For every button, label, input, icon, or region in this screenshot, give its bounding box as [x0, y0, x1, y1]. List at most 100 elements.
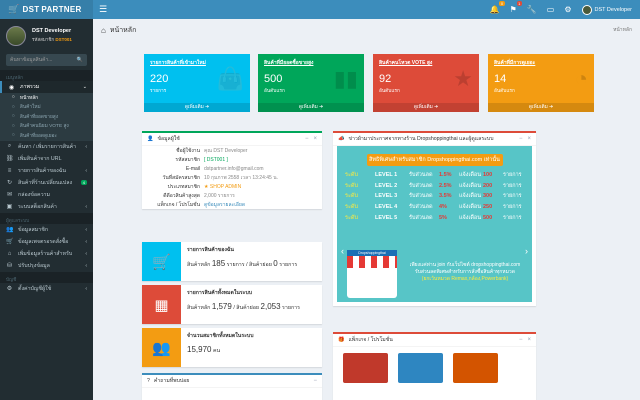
stat-box-new: รายการสินค้าที่เข้ามาใหม่ 220 รายการ 👜 ดูเ… [144, 54, 250, 112]
sidebar-item-stock[interactable]: ▣ ระบบสต็อกสินค้า ‹ [0, 201, 93, 213]
search-input[interactable]: ค้นหาข้อมูลสินค้า... [10, 56, 52, 64]
panel-header: 👤 ข้อมูลผู้ใช้ − × [142, 133, 322, 146]
sidebar-item-shops[interactable]: ⌂ เพิ่มข้อมูลร้านค้าสำหรับ ‹ [0, 248, 93, 260]
info-label: สินค้าหลัก [187, 305, 211, 311]
sidebar-item-update[interactable]: ⛁ ปรับปรุงข้อมูล ‹ [0, 260, 93, 272]
info-box-my-products: 🛒 รายการสินค้าของฉัน สินค้าหลัก 185 รายก… [142, 242, 322, 281]
info-unit: รายการ [282, 305, 300, 311]
notif-badge: 0 [499, 1, 505, 6]
sidebar-item-label: สินค้าคนนิยม VOTE สูง [19, 124, 69, 130]
promo-image[interactable] [398, 353, 443, 383]
level-row: ระดับ LEVEL 4 รับส่วนลด 4% แจ้งเดือน 250 รายกา… [337, 202, 532, 213]
promo-image[interactable] [343, 353, 388, 383]
sidebar-item-label: ค้นหา / เพิ่มรายการสินค้า [18, 143, 77, 150]
sidebar-search[interactable]: ค้นหาข้อมูลสินค้า... 🔍 [6, 54, 87, 66]
sidebar-item-overview[interactable]: ◉ ภาพรวม ⌄ [0, 81, 93, 93]
package-link[interactable]: ดูข้อมูลรายละเอียด [204, 201, 245, 209]
more-info-link[interactable]: ดูเพิ่มเติม ➜ [488, 103, 594, 112]
brand-text-2: PARTNER [41, 5, 82, 14]
sidebar-item-label: กล่องข้อความ [18, 191, 51, 198]
shop-admin-label: SHOP ADMIN [209, 183, 242, 190]
close-icon[interactable]: × [313, 136, 317, 142]
level-cell: LEVEL 2 [375, 182, 398, 189]
level-table: ระดับ LEVEL 1 รับส่วนลด 1.5% แจ้งเดือน 100 ราย… [337, 170, 532, 223]
minus-icon[interactable]: − [519, 136, 523, 142]
field-label: E-mail [185, 165, 200, 172]
sidebar-item-account-settings[interactable]: ⚙ ตั้งค่าบัญชีผู้ใช้ ‹ [0, 283, 93, 295]
sidebar-subitem-new[interactable]: ○ สินค้าใหม่ [0, 103, 93, 113]
minus-icon[interactable]: − [313, 378, 317, 384]
more-info-label: ดูเพิ่มเติม [413, 105, 433, 110]
breadcrumb[interactable]: หน้าหลัก [613, 26, 632, 34]
list-icon: ≡ [7, 167, 12, 174]
sidebar-item-orders[interactable]: 🛒 ข้อมูลเพจตรอรดสั่งซื้อ ‹ [0, 236, 93, 248]
chevron-left-icon[interactable]: ‹ [341, 246, 344, 256]
field-label: รหัสสมาชิก [175, 156, 200, 163]
sidebar-subitem-bestseller[interactable]: ○ สินค้าที่ยอดขายสูง [0, 112, 93, 122]
chevron-left-icon: ‹ [85, 285, 87, 292]
search-icon[interactable]: 🔍 [77, 57, 83, 63]
flag-icon[interactable]: ⚑ 1 [510, 1, 522, 14]
info-value: 1,579 [211, 302, 232, 311]
bell-icon[interactable]: 🔔 0 [490, 1, 505, 14]
sidebar-item-label: สินค้าใหม่ [19, 105, 41, 111]
wrench-icon[interactable]: 🔧 [527, 5, 537, 14]
sidebar-subitem-views[interactable]: ○ สินค้าที่ยอดดูเยอะ [0, 131, 93, 141]
gear-icon[interactable]: ⚙ [564, 5, 571, 14]
close-icon[interactable]: × [527, 136, 531, 142]
sidebar-username: DST Developer [32, 28, 72, 34]
more-info-link[interactable]: ดูเพิ่มเติม ➜ [258, 103, 364, 112]
sidebar-subitem-vote[interactable]: ○ สินค้าคนนิยม VOTE สูง [0, 122, 93, 132]
bar-chart-icon: ▮▮ [333, 66, 358, 91]
store-illustration: Dropshoppingthai [347, 250, 397, 298]
close-icon[interactable]: × [527, 337, 531, 343]
database-icon: ⛁ [6, 263, 13, 269]
panel-header: 🎁 แพ็กเกจ / โปรโมชั่น − × [333, 334, 536, 347]
sidebar-item-label: ข้อมูลเพจตรอรดสั่งซื้อ [18, 238, 69, 245]
avatar-large [6, 25, 26, 46]
sidebar-item-add-url[interactable]: ⛓ เพิ่มสินค้าจาก URL [0, 153, 93, 165]
field-value: คุณ DST Developer [204, 147, 248, 154]
user-menu[interactable]: DST Developer [581, 4, 632, 15]
level-cell: แจ้งเดือน [459, 193, 481, 200]
level-cell: รายการ [503, 214, 522, 221]
arrow-circle-right-icon: ➜ [205, 105, 210, 110]
level-cell: 500 [483, 214, 493, 221]
minus-icon[interactable]: − [519, 337, 523, 343]
brand-logo[interactable]: 🛒 DST PARTNER [0, 0, 93, 19]
sidebar-item-inbox[interactable]: ✉ กล่องข้อความ [0, 189, 93, 201]
more-info-link[interactable]: ดูเพิ่มเติม ➜ [373, 103, 479, 112]
level-cell: ระดับ [345, 172, 358, 179]
panel-title: ข้อมูลผู้ใช้ [157, 136, 180, 142]
search-icon: ⌕ [7, 143, 12, 149]
shopping-bag-icon: 👜 [216, 66, 244, 91]
level-cell: 250 [483, 204, 493, 211]
section-header-account: บัญชี [0, 271, 93, 283]
awning [347, 256, 397, 268]
profile-row: ชื่อผู้ใช้งาน คุณ DST Developer [142, 146, 322, 155]
promo-image[interactable] [453, 353, 498, 383]
sidebar-item-label: รายการสินค้าของฉัน [18, 167, 66, 174]
chevron-down-icon: ⌄ [82, 84, 87, 90]
minus-icon[interactable]: − [305, 136, 309, 142]
avatar [581, 4, 592, 15]
menu-toggle-icon[interactable]: ☰ [99, 4, 107, 15]
sidebar-item-members[interactable]: 👥 ข้อมูลสมาชิก ‹ [0, 224, 93, 236]
chevron-right-icon[interactable]: › [525, 246, 528, 256]
chevron-left-icon: ‹ [85, 262, 87, 269]
panel-header: ? คำถามที่พบบ่อย − [142, 375, 322, 388]
link-icon: ⛓ [6, 156, 14, 162]
sidebar-subitem-home[interactable]: ○ หน้าหลัก [0, 93, 93, 103]
gift-icon: 🎁 [338, 337, 345, 343]
sidebar-item-changed[interactable]: ↻ สินค้าที่ร้านเปลี่ยนแปลง 4 [0, 177, 93, 189]
more-info-link[interactable]: ดูเพิ่มเติม ➜ [144, 103, 250, 112]
sidebar-item-my-products[interactable]: ≡ รายการสินค้าของฉัน ‹ [0, 165, 93, 177]
sidebar-item-search-products[interactable]: ⌕ ค้นหา / เพิ่มรายการสินค้า ‹ [0, 141, 93, 153]
member-id-value: DST001 [55, 37, 72, 42]
promo-carousel[interactable]: สิทธิพิเศษสำหรับสมาชิก Dropshoppingthai.… [337, 146, 532, 302]
section-header-menu: เมนูหลัก [0, 70, 93, 81]
stat-box-views: สินค้าที่มีการดูเยอะ 14 อันดับแรก ◔ ดูเพิ่… [488, 54, 594, 112]
credit-card-icon[interactable]: ▭ [547, 5, 555, 14]
info-box-all-products: ▦ รายการสินค้าทั้งหมดในระบบ สินค้าหลัก 1… [142, 285, 322, 324]
field-value: dstpartner.info@gmail.com [204, 165, 264, 172]
